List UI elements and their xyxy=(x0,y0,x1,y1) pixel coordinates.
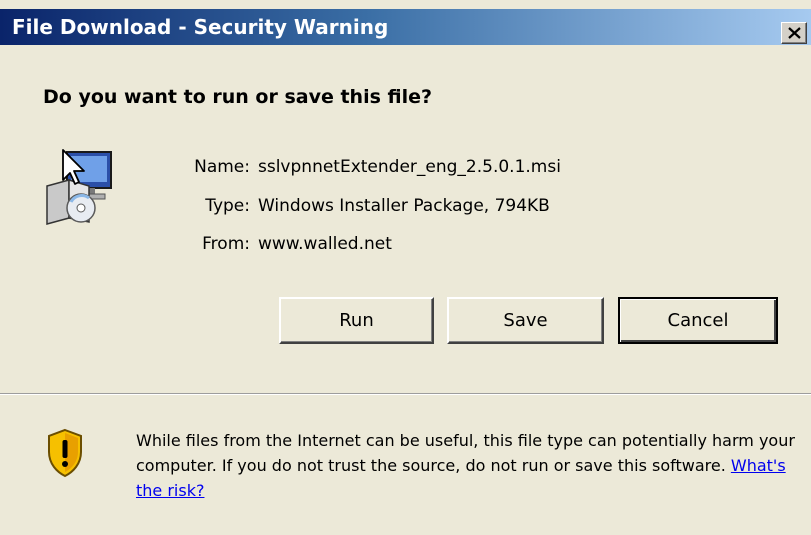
file-source-label: From: xyxy=(202,234,250,254)
file-name-label: Name: xyxy=(194,157,250,177)
save-button[interactable]: Save xyxy=(447,297,604,344)
file-download-dialog: File Download - Security Warning Do you … xyxy=(0,0,811,535)
window-title: File Download - Security Warning xyxy=(12,15,389,39)
file-type-value: Windows Installer Package, 794KB xyxy=(258,196,550,216)
file-name-value: sslvpnnetExtender_eng_2.5.0.1.msi xyxy=(258,157,561,177)
section-divider xyxy=(0,393,811,395)
warning-text: While files from the Internet can be use… xyxy=(136,431,795,475)
close-icon xyxy=(788,27,801,39)
cancel-button[interactable]: Cancel xyxy=(618,297,778,344)
file-source-value: www.walled.net xyxy=(258,234,392,254)
title-bar[interactable]: File Download - Security Warning xyxy=(0,9,811,45)
security-shield-icon xyxy=(48,428,82,478)
close-button[interactable] xyxy=(781,22,807,44)
file-type-label: Type: xyxy=(205,196,250,216)
dialog-question: Do you want to run or save this file? xyxy=(43,86,433,108)
run-button[interactable]: Run xyxy=(279,297,434,344)
security-warning-message: While files from the Internet can be use… xyxy=(136,428,796,503)
